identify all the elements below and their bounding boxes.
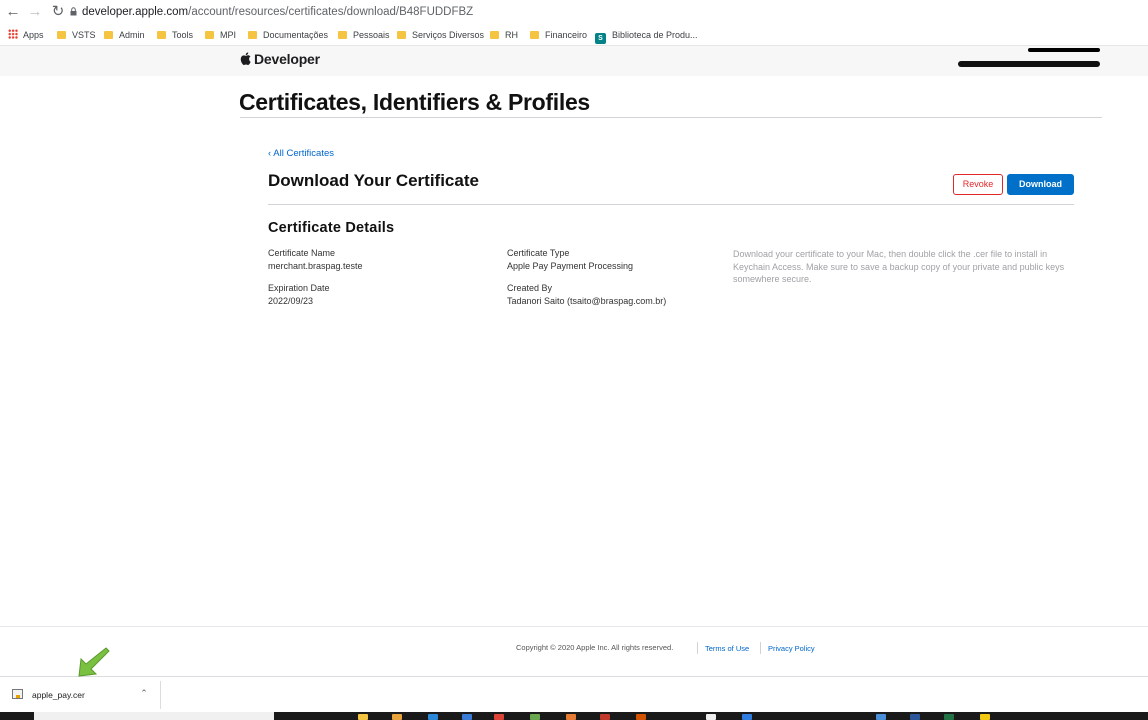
bookmark-label: Financeiro: [545, 30, 588, 40]
apple-logo-icon: [240, 52, 251, 65]
folder-icon: [530, 31, 539, 39]
redaction-bar: [958, 61, 1100, 67]
bookmark-label: VSTS: [72, 30, 96, 40]
apps-grid-icon: [8, 29, 18, 39]
revoke-button[interactable]: Revoke: [953, 174, 1003, 195]
expiration-date-label: Expiration Date: [268, 283, 330, 293]
reload-icon[interactable]: ↻: [49, 3, 67, 21]
certificate-name-label: Certificate Name: [268, 248, 336, 258]
bookmark-apps[interactable]: Apps: [8, 27, 44, 43]
taskbar-app-icon[interactable]: [494, 714, 504, 720]
taskbar-app-icon[interactable]: [944, 714, 954, 720]
browser-toolbar: ← → ↻ developer.apple.com/account/resour…: [0, 0, 1148, 24]
download-item[interactable]: apple_pay.cer ⌃: [0, 677, 160, 713]
section-divider: [268, 204, 1074, 205]
bookmark-label: Pessoais: [353, 30, 390, 40]
bookmark-pessoais[interactable]: Pessoais: [338, 27, 390, 43]
created-by-label: Created By: [507, 283, 553, 293]
windows-taskbar: [0, 712, 1148, 720]
downloads-separator: [160, 681, 161, 709]
taskbar-app-icon[interactable]: [462, 714, 472, 720]
back-arrow-icon[interactable]: ←: [4, 3, 22, 21]
download-instructions: Download your certificate to your Mac, t…: [733, 249, 1065, 285]
taskbar-app-icon[interactable]: [600, 714, 610, 720]
chevron-up-icon[interactable]: ⌃: [138, 687, 150, 699]
privacy-policy-link[interactable]: Privacy Policy: [768, 644, 815, 654]
folder-icon: [248, 31, 257, 39]
downloads-bar: apple_pay.cer ⌃: [0, 676, 1148, 712]
footer-separator: [760, 642, 761, 654]
bookmark-servicos-diversos[interactable]: Serviços Diversos: [397, 27, 484, 43]
bookmark-biblioteca[interactable]: S Biblioteca de Produ...: [595, 27, 698, 44]
page-title: Certificates, Identifiers & Profiles: [239, 89, 590, 115]
terms-of-use-link[interactable]: Terms of Use: [705, 644, 749, 654]
taskbar-app-icon[interactable]: [706, 714, 716, 720]
bookmark-documentacoes[interactable]: Documentações: [248, 27, 328, 43]
certificate-file-icon: [12, 689, 23, 699]
taskbar-app-icon[interactable]: [910, 714, 920, 720]
title-divider: [240, 117, 1102, 118]
bookmark-label: RH: [505, 30, 518, 40]
page-footer: Copyright © 2020 Apple Inc. All rights r…: [0, 626, 1148, 676]
taskbar-app-icon[interactable]: [876, 714, 886, 720]
url-bar[interactable]: developer.apple.com/account/resources/ce…: [82, 4, 473, 20]
expiration-date-value: 2022/09/23: [268, 296, 314, 306]
bookmark-label: Admin: [119, 30, 145, 40]
taskbar-app-icon[interactable]: [742, 714, 752, 720]
bookmark-mpi[interactable]: MPI: [205, 27, 236, 43]
certificate-name-value: merchant.braspag.teste: [268, 261, 363, 271]
taskbar-search[interactable]: [34, 712, 274, 720]
taskbar-app-icon[interactable]: [428, 714, 438, 720]
download-filename: apple_pay.cer: [32, 690, 85, 700]
bookmark-label: MPI: [220, 30, 237, 40]
bookmark-financeiro[interactable]: Financeiro: [530, 27, 587, 43]
folder-icon: [57, 31, 66, 39]
taskbar-app-icon[interactable]: [358, 714, 368, 720]
folder-icon: [490, 31, 499, 39]
footer-separator: [697, 642, 698, 654]
certificate-type-value: Apple Pay Payment Processing: [507, 261, 634, 271]
bookmark-tools[interactable]: Tools: [157, 27, 193, 43]
all-certificates-link[interactable]: ‹ All Certificates: [268, 148, 334, 160]
section-title: Download Your Certificate: [268, 171, 479, 190]
taskbar-app-icon[interactable]: [566, 714, 576, 720]
taskbar-app-icon[interactable]: [980, 714, 990, 720]
created-by-value: Tadanori Saito (tsaito@braspag.com.br): [507, 296, 667, 306]
url-host: developer.apple.com: [82, 6, 189, 18]
folder-icon: [205, 31, 214, 39]
folder-icon: [338, 31, 347, 39]
url-path: /account/resources/certificates/download…: [188, 6, 474, 18]
bookmark-label: Biblioteca de Produ...: [612, 30, 698, 40]
download-button[interactable]: Download: [1007, 174, 1074, 195]
taskbar-app-icon[interactable]: [636, 714, 646, 720]
bookmark-label: Apps: [23, 30, 44, 40]
bookmark-vsts[interactable]: VSTS: [57, 27, 96, 43]
copyright-text: Copyright © 2020 Apple Inc. All rights r…: [516, 643, 674, 652]
redaction-bar: [1028, 48, 1100, 52]
bookmark-label: Serviços Diversos: [412, 30, 485, 40]
lock-icon: [70, 7, 77, 16]
folder-icon: [397, 31, 406, 39]
developer-logo[interactable]: Developer: [240, 51, 320, 67]
details-title: Certificate Details: [268, 220, 395, 236]
bookmark-label: Tools: [172, 30, 194, 40]
bookmarks-bar: Apps VSTS Admin Tools MPI Documentações …: [0, 24, 1148, 46]
forward-arrow-icon[interactable]: →: [26, 3, 44, 21]
certificate-type-label: Certificate Type: [507, 248, 570, 258]
bookmark-label: Documentações: [263, 30, 329, 40]
folder-icon: [157, 31, 166, 39]
bookmark-rh[interactable]: RH: [490, 27, 518, 43]
sharepoint-icon: S: [595, 33, 606, 44]
taskbar-app-icon[interactable]: [392, 714, 402, 720]
brand-label: Developer: [254, 51, 320, 67]
folder-icon: [104, 31, 113, 39]
bookmark-admin[interactable]: Admin: [104, 27, 145, 43]
taskbar-app-icon[interactable]: [530, 714, 540, 720]
developer-header: Developer: [0, 46, 1148, 76]
annotation-arrow-icon: [78, 647, 110, 677]
